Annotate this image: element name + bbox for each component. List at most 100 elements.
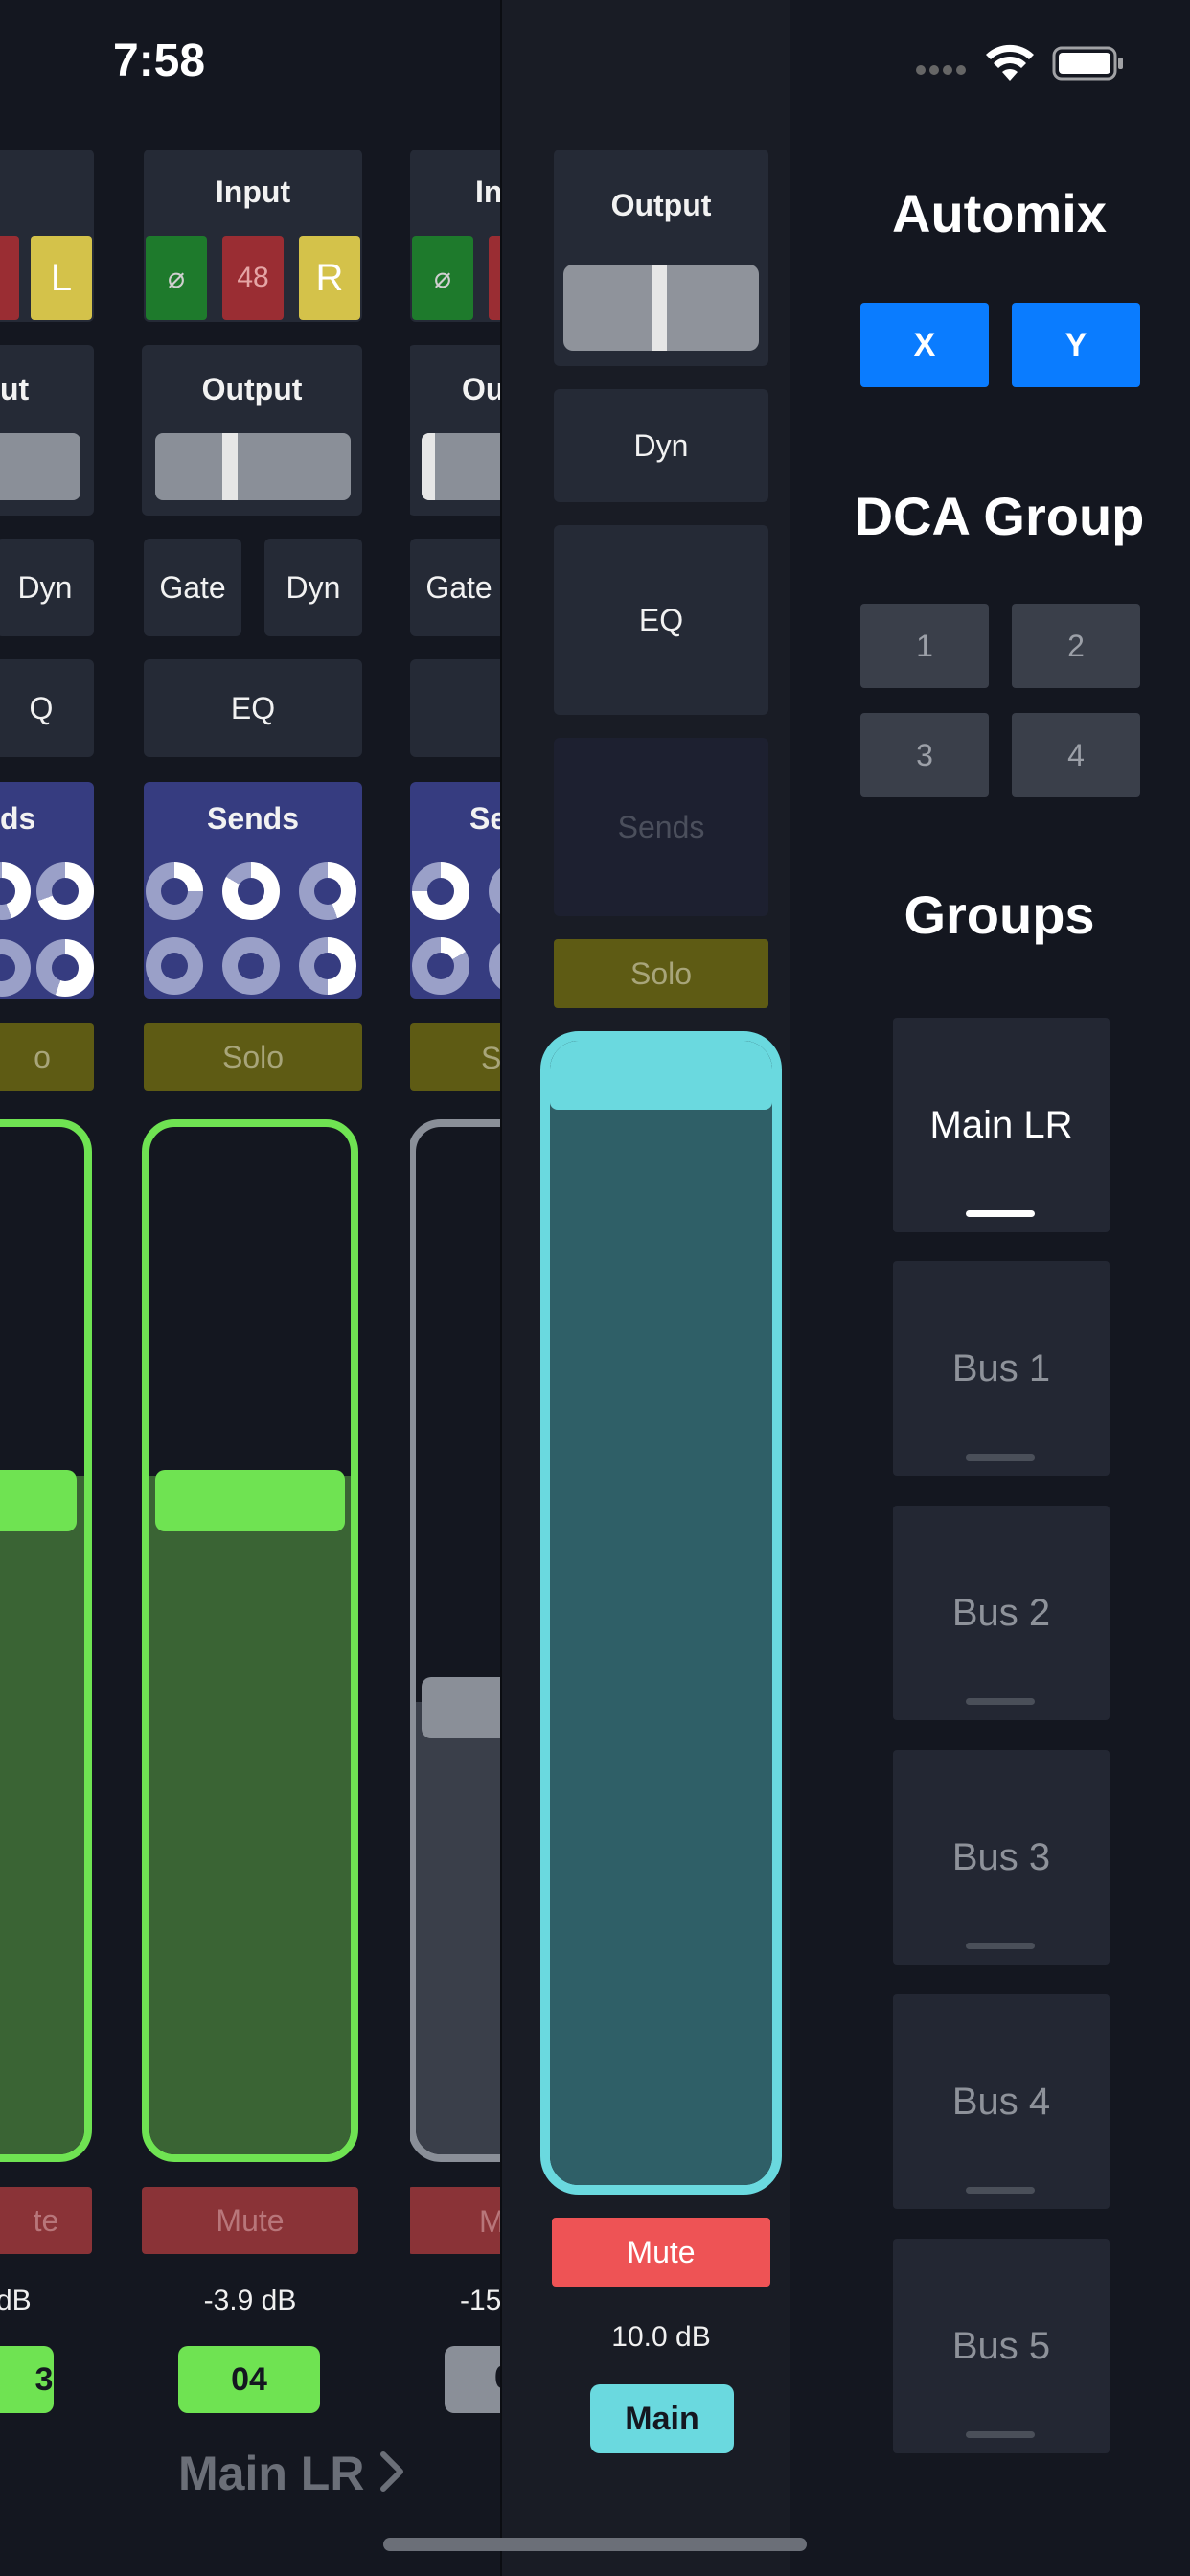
send-knob[interactable]: [146, 937, 203, 995]
pan-thumb[interactable]: [422, 433, 435, 500]
send-knob[interactable]: [299, 862, 356, 920]
phase-invert-button[interactable]: ⌀: [412, 236, 473, 320]
channel-number-badge[interactable]: 3: [0, 2346, 54, 2413]
group-item-label: Bus 1: [951, 1346, 1051, 1390]
send-knob[interactable]: [222, 862, 280, 920]
phase-invert-button[interactable]: ⌀: [146, 236, 207, 320]
fader-cap[interactable]: [0, 1470, 77, 1531]
gate-button[interactable]: Gate: [410, 539, 500, 636]
eq-button[interactable]: EQ: [144, 659, 362, 757]
send-knob[interactable]: [489, 937, 500, 995]
level-readout: -3.9 dB: [203, 2285, 297, 2316]
fader-fill: [0, 1476, 84, 2154]
fader-fill: [550, 1041, 772, 2185]
output-section: Output: [142, 345, 362, 516]
group-item-bus-5[interactable]: Bus 5: [893, 2239, 1110, 2453]
indicator: [966, 1454, 1035, 1460]
master-solo-button[interactable]: Solo: [554, 939, 768, 1008]
sends-section[interactable]: Sends: [144, 782, 362, 999]
gate-button[interactable]: Gate: [144, 539, 241, 636]
automix-x-button[interactable]: X: [860, 303, 989, 387]
master-pan-slider[interactable]: [563, 264, 759, 351]
indicator: [966, 1943, 1035, 1949]
master-eq-button[interactable]: EQ: [554, 525, 768, 715]
group-item-bus-3[interactable]: Bus 3: [893, 1750, 1110, 1965]
channel-strip-3: ut 3 L ut Dyn Q ds o te dB 3: [0, 0, 96, 2576]
stereo-left-button[interactable]: L: [31, 236, 92, 320]
channel-fader[interactable]: [142, 1119, 358, 2162]
phantom-48-button[interactable]: 3: [0, 236, 19, 320]
send-knob[interactable]: [36, 862, 94, 920]
group-item-label: Main LR: [929, 1103, 1073, 1146]
send-knob[interactable]: [36, 939, 94, 997]
master-output-label: Output: [610, 188, 712, 222]
channel-number-badge[interactable]: 0: [445, 2346, 500, 2413]
indicator: [966, 2431, 1035, 2438]
sends-label: Se: [469, 801, 500, 836]
output-label: ut: [0, 372, 30, 406]
group-item-label: Bus 3: [951, 1835, 1051, 1878]
group-item-bus-2[interactable]: Bus 2: [893, 1506, 1110, 1720]
sends-label: ds: [0, 801, 36, 836]
output-pan-slider[interactable]: [0, 433, 80, 500]
master-badge[interactable]: Main: [590, 2384, 734, 2453]
dca-button-1[interactable]: 1: [860, 604, 989, 688]
dca-button-2[interactable]: 2: [1012, 604, 1140, 688]
phantom-48-button[interactable]: [489, 236, 500, 320]
solo-button[interactable]: o: [0, 1024, 94, 1091]
dca-button-3[interactable]: 3: [860, 713, 989, 797]
home-indicator[interactable]: [383, 2538, 807, 2551]
pan-thumb[interactable]: [222, 433, 238, 500]
master-fader[interactable]: [540, 1031, 782, 2195]
output-section: ut: [0, 345, 94, 516]
group-item-bus-4[interactable]: Bus 4: [893, 1994, 1110, 2209]
phantom-48-button[interactable]: 48: [222, 236, 284, 320]
send-knob[interactable]: [489, 862, 500, 920]
solo-button[interactable]: S: [410, 1024, 500, 1091]
signal-icon: [915, 63, 969, 77]
output-pan-slider[interactable]: [155, 433, 351, 500]
send-knob[interactable]: [222, 937, 280, 995]
fader-fill: [416, 1702, 500, 2154]
groups-title: Groups: [904, 885, 1095, 945]
master-dyn-button[interactable]: Dyn: [554, 389, 768, 502]
wifi-icon: [985, 42, 1035, 82]
send-knob[interactable]: [146, 862, 203, 920]
channel-number-badge[interactable]: 04: [178, 2346, 320, 2413]
output-pan-slider[interactable]: [422, 433, 500, 500]
input-section: In ⌀: [410, 150, 500, 322]
master-output-section: Output: [554, 150, 768, 366]
fader-cap[interactable]: [155, 1470, 345, 1531]
mute-button[interactable]: te: [0, 2187, 92, 2254]
page-nav-main-lr[interactable]: Main LR: [178, 2446, 406, 2501]
automix-y-button[interactable]: Y: [1012, 303, 1140, 387]
send-knob[interactable]: [412, 937, 469, 995]
mute-button[interactable]: Mute: [142, 2187, 358, 2254]
channel-fader[interactable]: [410, 1119, 500, 2162]
input-label: In: [475, 174, 500, 209]
group-item-bus-1[interactable]: Bus 1: [893, 1261, 1110, 1476]
channel-fader[interactable]: [0, 1119, 92, 2162]
channel-strip-partial: In ⌀ Ou Gate Se S M -15 0: [410, 0, 500, 2576]
send-knob[interactable]: [299, 937, 356, 995]
output-label: Ou: [462, 372, 500, 406]
pan-thumb[interactable]: [652, 264, 667, 351]
fader-cap[interactable]: [550, 1041, 772, 1110]
master-mute-button[interactable]: Mute: [552, 2218, 770, 2287]
sends-section[interactable]: Se: [410, 782, 500, 999]
stereo-right-button[interactable]: R: [299, 236, 360, 320]
dyn-button[interactable]: Dyn: [0, 539, 94, 636]
fader-cap[interactable]: [422, 1677, 500, 1738]
chevron-right-icon: [378, 2449, 406, 2499]
channel-strip-04: Input ⌀ 48 R Output Gate Dyn EQ Sends So…: [142, 0, 364, 2576]
dyn-button[interactable]: Dyn: [264, 539, 362, 636]
eq-button[interactable]: [410, 659, 500, 757]
dca-button-4[interactable]: 4: [1012, 713, 1140, 797]
dca-group-title: DCA Group: [854, 486, 1145, 546]
group-item-main-lr[interactable]: Main LR: [893, 1018, 1110, 1232]
send-knob[interactable]: [412, 862, 469, 920]
solo-button[interactable]: Solo: [144, 1024, 362, 1091]
group-item-label: Bus 5: [951, 2324, 1051, 2367]
eq-button[interactable]: Q: [0, 659, 94, 757]
mute-button[interactable]: M: [410, 2187, 500, 2254]
